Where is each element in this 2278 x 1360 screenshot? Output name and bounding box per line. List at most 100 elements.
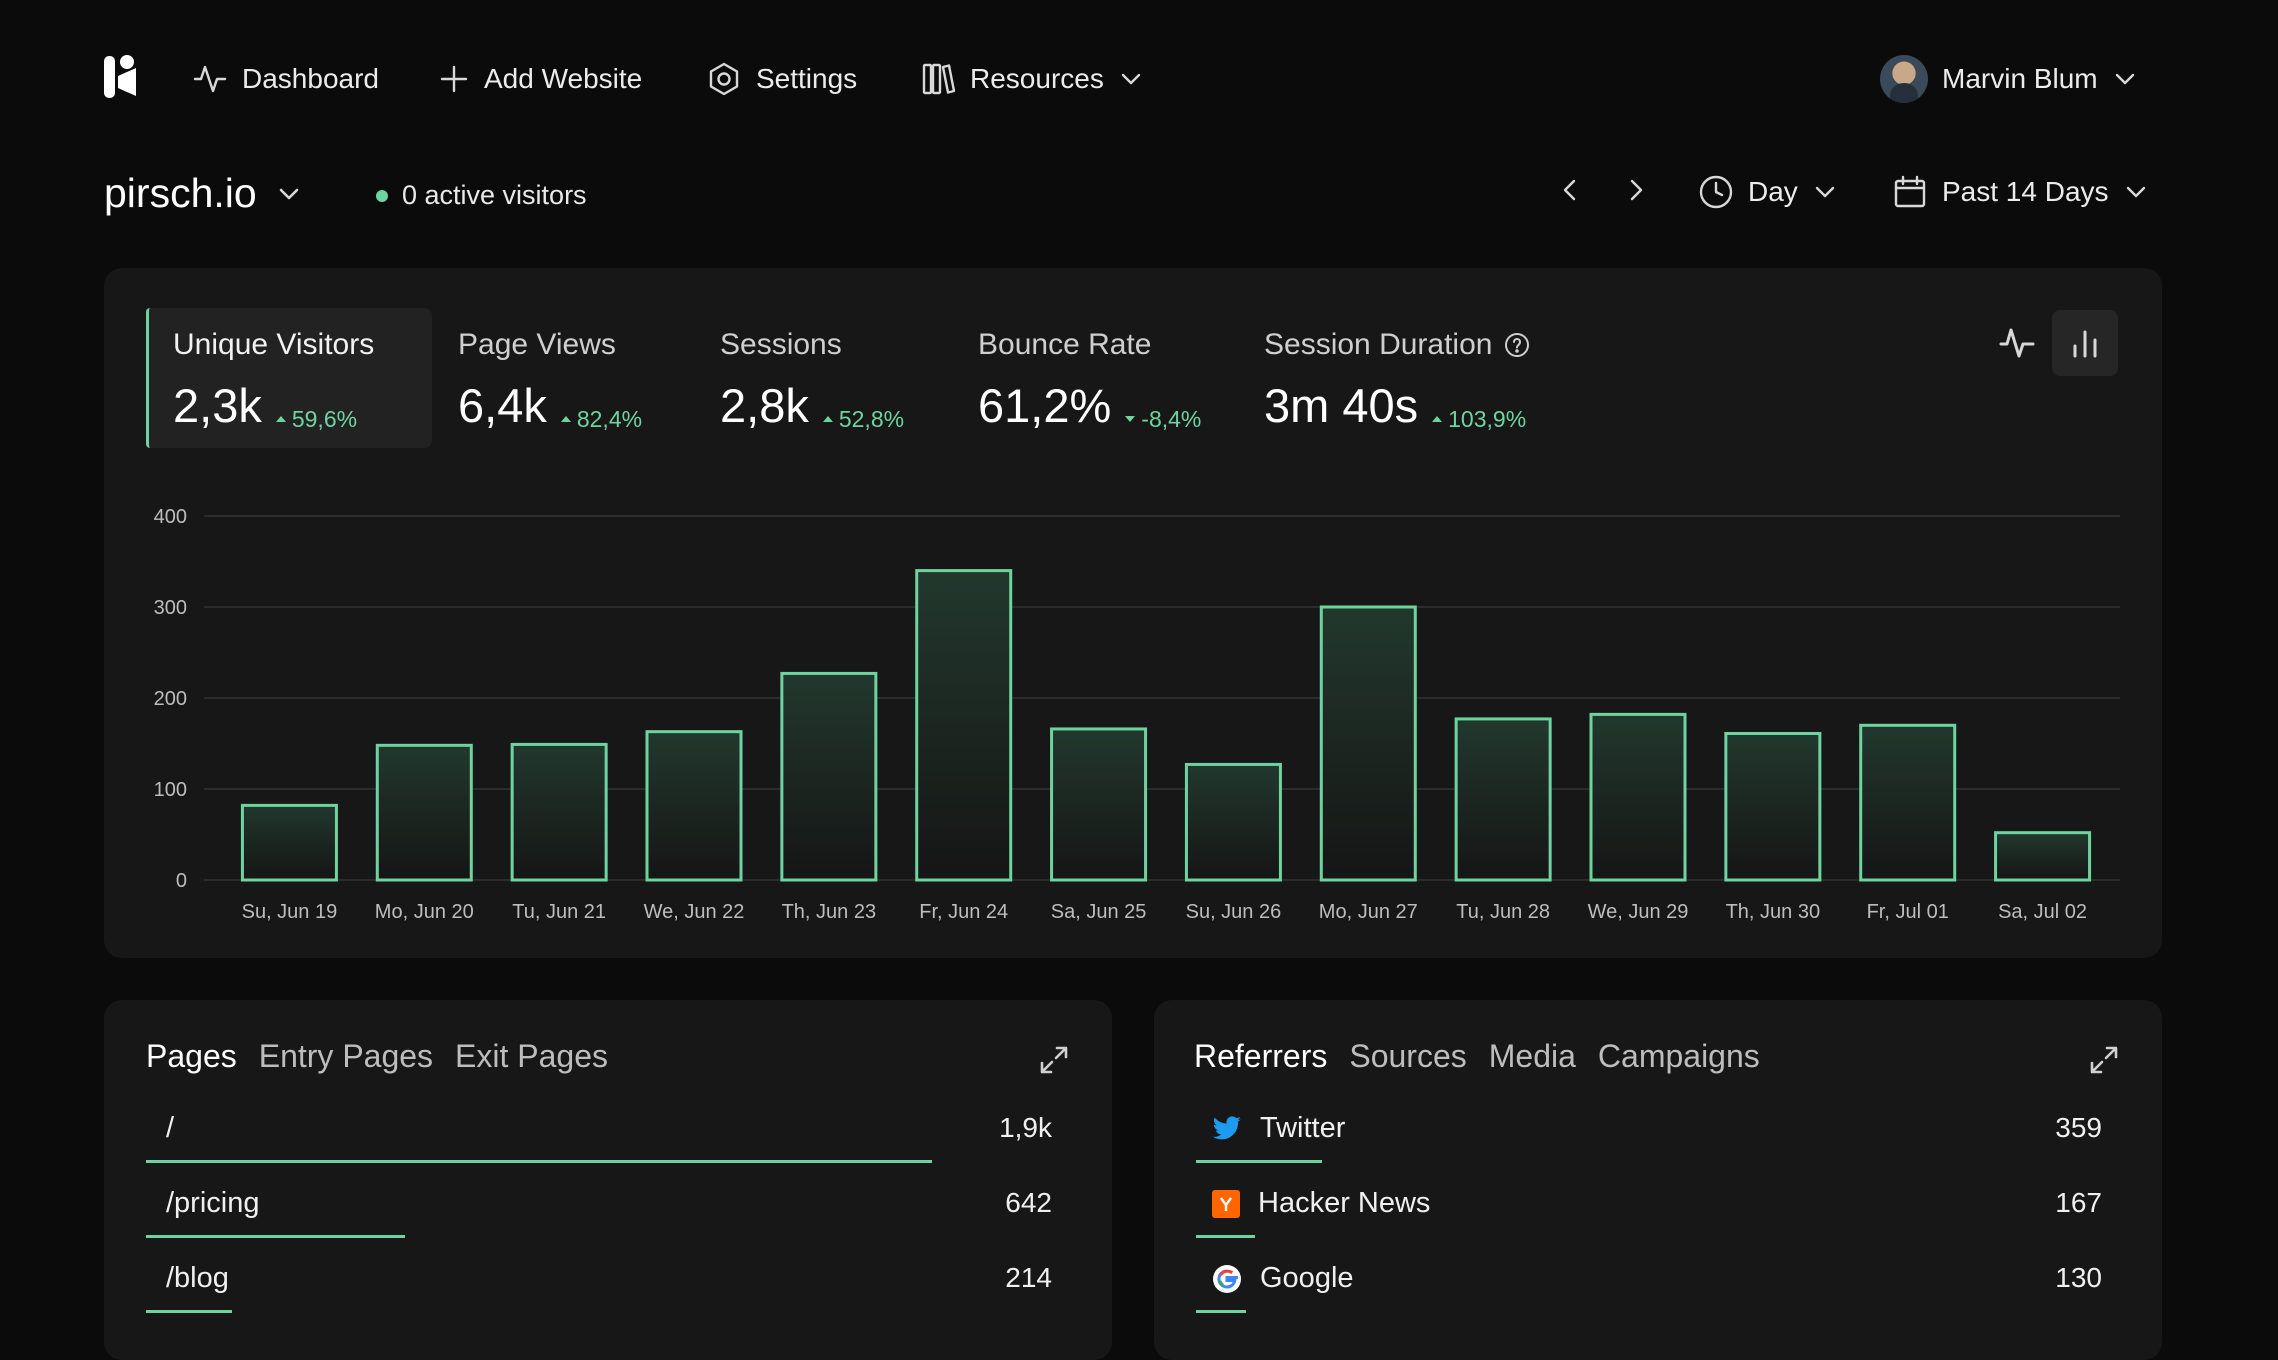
list-item[interactable]: Google 130 (1196, 1250, 2102, 1326)
interval-label: Day (1748, 176, 1798, 207)
bar[interactable] (1859, 723, 1957, 882)
tab-referrers[interactable]: Referrers (1194, 1038, 1327, 1075)
x-tick-label: We, Jun 22 (644, 901, 745, 923)
metric-delta: 82,4% (560, 405, 643, 433)
list-item-count: 1,9k (999, 1112, 1052, 1143)
tab-campaigns[interactable]: Campaigns (1598, 1038, 1760, 1075)
bar[interactable] (1994, 831, 2092, 882)
list-item-count: 167 (2055, 1187, 2102, 1218)
arrow-up-icon (822, 416, 833, 422)
clock-icon (1699, 175, 1733, 209)
y-tick-label: 300 (154, 597, 187, 619)
bar[interactable] (645, 730, 743, 882)
list-item-label: Hacker News (1212, 1187, 1430, 1220)
google-icon (1212, 1264, 1242, 1294)
chevron-down-icon (2115, 73, 2134, 85)
y-tick-label: 200 (154, 688, 187, 710)
site-name: pirsch.io (104, 170, 257, 216)
bar[interactable] (240, 803, 338, 882)
tab-exit-pages[interactable]: Exit Pages (455, 1038, 608, 1075)
x-tick-label: Su, Jun 26 (1186, 901, 1282, 923)
twitter-icon (1212, 1115, 1242, 1142)
list-item-count: 214 (1005, 1262, 1052, 1293)
metric-unique-visitors[interactable]: Unique Visitors 2,3k 59,6% (146, 308, 432, 448)
metric-label: Sessions (720, 328, 842, 361)
x-tick-label: Mo, Jun 27 (1319, 901, 1418, 923)
line-chart-toggle[interactable] (1984, 310, 2050, 376)
list-item-count: 130 (2055, 1262, 2102, 1293)
list-item[interactable]: /pricing 642 (146, 1175, 1052, 1251)
metric-delta-text: 52,8% (838, 405, 905, 432)
bar[interactable] (510, 742, 608, 882)
metric-tabs: Unique Visitors 2,3k 59,6% Page Views 6,… (146, 308, 1568, 448)
x-tick-label: Th, Jun 30 (1726, 901, 1821, 923)
books-icon (922, 63, 956, 95)
pirsch-logo[interactable] (102, 52, 142, 102)
previous-period-button[interactable] (1554, 174, 1586, 206)
bar[interactable] (1454, 717, 1552, 882)
bar[interactable] (915, 569, 1013, 882)
bar[interactable] (1724, 731, 1822, 882)
tab-entry-pages[interactable]: Entry Pages (259, 1038, 433, 1075)
metric-bounce-rate[interactable]: Bounce Rate 61,2% -8,4% (952, 308, 1238, 448)
referrers-tabs: Referrers Sources Media Campaigns (1194, 1038, 1760, 1075)
nav-settings-label: Settings (756, 63, 858, 94)
tab-pages[interactable]: Pages (146, 1038, 237, 1075)
share-bar (146, 1160, 932, 1163)
y-tick-label: 0 (176, 870, 187, 892)
metric-label: Session Duration (1264, 328, 1493, 361)
x-tick-label: Fr, Jul 01 (1867, 901, 1949, 923)
expand-referrers-button[interactable] (2088, 1044, 2120, 1076)
metric-delta: 103,9% (1432, 406, 1526, 433)
metric-delta-text: -8,4% (1141, 405, 1202, 432)
bar-chart-icon (2073, 330, 2097, 358)
chevron-down-icon (2126, 186, 2145, 198)
user-menu[interactable]: Marvin Blum (1880, 55, 2138, 103)
nav-resources[interactable]: Resources (920, 56, 1144, 102)
list-item[interactable]: / 1,9k (146, 1100, 1052, 1176)
x-tick-label: Fr, Jun 24 (919, 901, 1008, 923)
tab-sources[interactable]: Sources (1349, 1038, 1466, 1075)
expand-icon (2090, 1046, 2118, 1074)
metric-delta-text: 103,9% (1448, 405, 1527, 432)
date-range-selector[interactable]: Past 14 Days (1892, 174, 2149, 210)
list-item-label: / (166, 1112, 174, 1145)
list-item-text: Google (1260, 1262, 1354, 1294)
list-item-text: /blog (166, 1262, 229, 1294)
list-item[interactable]: /blog 214 (146, 1250, 1052, 1326)
gear-icon (709, 62, 739, 96)
metric-page-views[interactable]: Page Views 6,4k 82,4% (432, 308, 694, 448)
list-item-text: / (166, 1112, 175, 1144)
list-item[interactable]: Twitter 359 (1196, 1100, 2102, 1176)
x-tick-label: Su, Jun 19 (242, 901, 338, 923)
bar[interactable] (780, 671, 878, 882)
bar[interactable] (1050, 727, 1148, 882)
bar[interactable] (1589, 712, 1687, 882)
bar[interactable] (1319, 605, 1417, 882)
help-icon[interactable] (1504, 332, 1530, 358)
metric-sessions[interactable]: Sessions 2,8k 52,8% (694, 308, 952, 448)
interval-selector[interactable]: Day (1698, 174, 1838, 210)
active-visitors: 0 active visitors (376, 180, 587, 211)
metric-delta: 52,8% (822, 405, 905, 433)
list-item-label: /pricing (166, 1187, 260, 1220)
hacker-news-icon (1212, 1189, 1240, 1218)
bar-chart-toggle[interactable] (2052, 310, 2118, 376)
site-selector[interactable]: pirsch.io (104, 170, 303, 217)
metric-delta-text: 82,4% (576, 405, 643, 432)
tab-media[interactable]: Media (1489, 1038, 1576, 1075)
expand-pages-button[interactable] (1038, 1044, 1070, 1076)
calendar-icon (1894, 175, 1926, 208)
next-period-button[interactable] (1620, 174, 1652, 206)
metric-session-duration[interactable]: Session Duration 3m 40s 103,9% (1238, 308, 1568, 448)
bar[interactable] (375, 743, 473, 882)
nav-add-website[interactable]: Add Website (438, 56, 642, 102)
list-item[interactable]: Hacker News 167 (1196, 1175, 2102, 1251)
nav-settings[interactable]: Settings (706, 56, 857, 102)
list-item-label: Google (1212, 1262, 1354, 1295)
nav-dashboard[interactable]: Dashboard (192, 56, 379, 102)
chevron-down-icon (1815, 186, 1834, 198)
bar[interactable] (1184, 762, 1282, 882)
share-bar (1196, 1160, 1322, 1163)
list-item-text: Hacker News (1258, 1187, 1431, 1219)
